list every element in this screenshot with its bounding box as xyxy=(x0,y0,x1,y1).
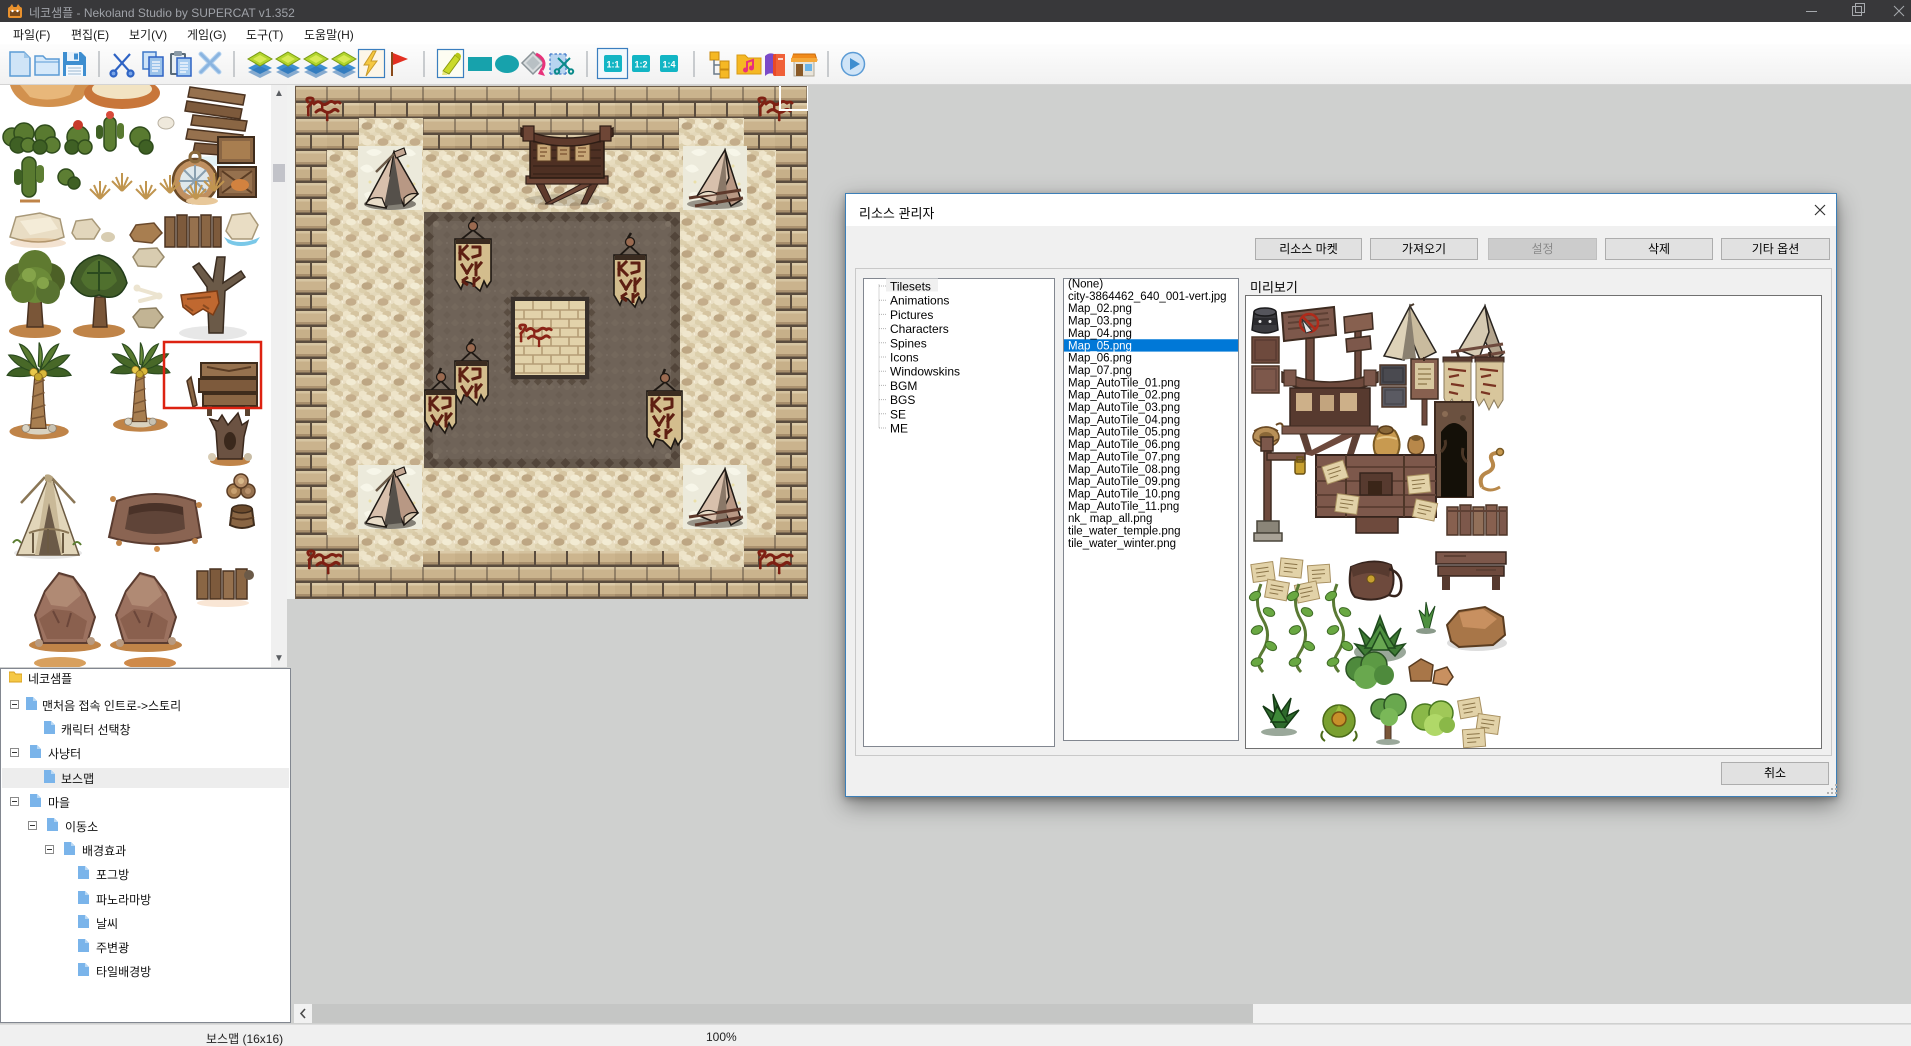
svg-text:SE: SE xyxy=(890,407,906,421)
svg-text:Pictures: Pictures xyxy=(890,308,933,322)
svg-text:Map_AutoTile_06.png: Map_AutoTile_06.png xyxy=(1068,439,1180,451)
svg-text:ME: ME xyxy=(890,422,908,436)
svg-text:BGM: BGM xyxy=(890,379,917,393)
svg-text:1:4: 1:4 xyxy=(662,60,675,70)
svg-text:Map_AutoTile_08.png: Map_AutoTile_08.png xyxy=(1068,464,1180,476)
svg-text:1:1: 1:1 xyxy=(606,60,619,70)
svg-text:1:2: 1:2 xyxy=(634,60,647,70)
svg-text:Map_04.png: Map_04.png xyxy=(1068,328,1132,340)
svg-text:Map_AutoTile_02.png: Map_AutoTile_02.png xyxy=(1068,390,1180,402)
svg-text:(None): (None) xyxy=(1068,279,1103,291)
svg-text:Map_AutoTile_07.png: Map_AutoTile_07.png xyxy=(1068,451,1180,463)
svg-text:Map_05.png: Map_05.png xyxy=(1068,340,1132,352)
svg-text:city-3864462_640_001-vert.jpg: city-3864462_640_001-vert.jpg xyxy=(1068,291,1227,303)
svg-text:Map_AutoTile_05.png: Map_AutoTile_05.png xyxy=(1068,427,1180,439)
svg-text:nk_ map_all.png: nk_ map_all.png xyxy=(1068,513,1152,525)
svg-text:Map_AutoTile_04.png: Map_AutoTile_04.png xyxy=(1068,414,1180,426)
svg-text:Map_AutoTile_03.png: Map_AutoTile_03.png xyxy=(1068,402,1180,414)
svg-text:Animations: Animations xyxy=(890,294,949,308)
svg-text:Windowskins: Windowskins xyxy=(890,365,960,379)
svg-text:Map_AutoTile_09.png: Map_AutoTile_09.png xyxy=(1068,476,1180,488)
svg-text:Map_06.png: Map_06.png xyxy=(1068,353,1132,365)
svg-text:Map_AutoTile_10.png: Map_AutoTile_10.png xyxy=(1068,488,1180,500)
svg-text:tile_water_temple.png: tile_water_temple.png xyxy=(1068,526,1181,538)
svg-text:Map_07.png: Map_07.png xyxy=(1068,365,1132,377)
svg-text:Map_AutoTile_01.png: Map_AutoTile_01.png xyxy=(1068,377,1180,389)
svg-text:Spines: Spines xyxy=(890,336,927,350)
svg-text:Characters: Characters xyxy=(890,322,949,336)
svg-text:BGS: BGS xyxy=(890,393,915,407)
svg-text:Map_03.png: Map_03.png xyxy=(1068,316,1132,328)
svg-text:Map_02.png: Map_02.png xyxy=(1068,303,1132,315)
svg-text:Tilesets: Tilesets xyxy=(890,280,931,294)
svg-text:tile_water_winter.png: tile_water_winter.png xyxy=(1068,538,1176,550)
svg-text:Map_AutoTile_11.png: Map_AutoTile_11.png xyxy=(1068,501,1179,513)
svg-text:Icons: Icons xyxy=(890,351,919,365)
